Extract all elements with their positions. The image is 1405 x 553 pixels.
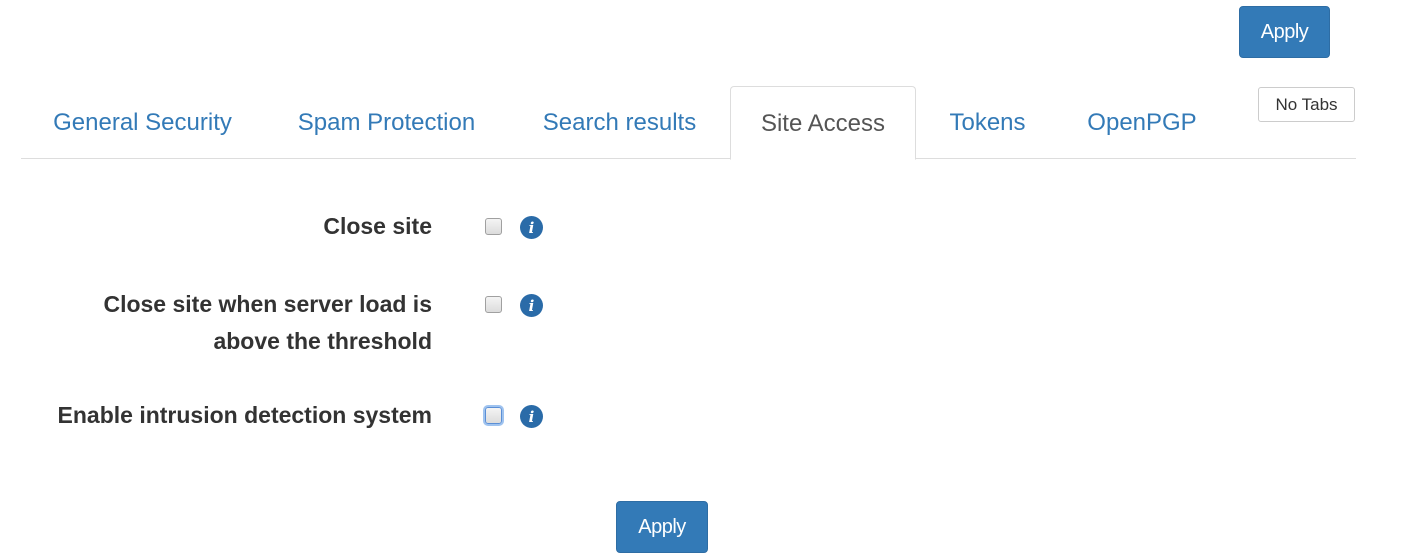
tab-general-security[interactable]: General Security xyxy=(21,86,264,159)
tab-search-results[interactable]: Search results xyxy=(509,86,730,159)
tab-bar: General Security Spam Protection Search … xyxy=(21,86,1356,160)
apply-bottom-button[interactable]: Apply xyxy=(616,501,708,553)
intrusion-detection-checkbox[interactable] xyxy=(485,407,502,424)
info-icon[interactable]: i xyxy=(520,405,543,428)
tab-openpgp[interactable]: OpenPGP xyxy=(1059,86,1225,159)
info-icon[interactable]: i xyxy=(520,294,543,317)
close-site-server-load-checkbox[interactable] xyxy=(485,296,502,313)
apply-top-button[interactable]: Apply xyxy=(1239,6,1330,58)
no-tabs-toggle[interactable]: No Tabs xyxy=(1258,87,1355,122)
close-site-label: Close site xyxy=(323,213,432,239)
tab-spam-protection[interactable]: Spam Protection xyxy=(264,86,509,159)
close-site-checkbox[interactable] xyxy=(485,218,502,235)
close-site-server-load-label: Close site when server load is above the… xyxy=(103,291,432,354)
tab-tokens[interactable]: Tokens xyxy=(916,86,1059,159)
info-icon[interactable]: i xyxy=(520,216,543,239)
tab-site-access[interactable]: Site Access xyxy=(730,86,916,160)
intrusion-detection-label: Enable intrusion detection system xyxy=(57,402,432,428)
